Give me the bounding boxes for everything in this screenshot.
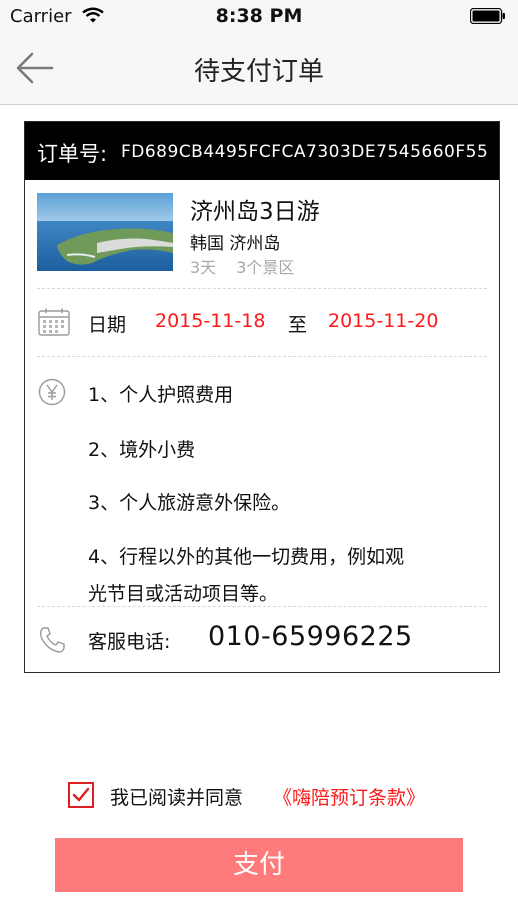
order-number-label: 订单号: bbox=[37, 142, 108, 166]
status-time: 8:38 PM bbox=[215, 5, 303, 27]
divider bbox=[37, 288, 487, 289]
date-start: 2015-11-18 bbox=[155, 310, 266, 332]
fee-item: 1、个人护照费用 bbox=[88, 384, 234, 406]
order-number: FD689CB4495FCFCA7303DE7545660F55 bbox=[121, 142, 489, 162]
phone-icon bbox=[39, 627, 65, 653]
trip-days: 3天 bbox=[190, 258, 217, 277]
trip-meta: 3天 3个景区 bbox=[190, 254, 294, 278]
trip-thumbnail-image[interactable] bbox=[37, 193, 173, 271]
agreement-text: 我已阅读并同意 bbox=[110, 787, 244, 809]
fee-item: 2、境外小费 bbox=[88, 439, 196, 461]
customer-service-label: 客服电话: bbox=[88, 631, 171, 653]
calendar-icon bbox=[38, 308, 70, 336]
navigation-bar: 待支付订单 bbox=[0, 34, 518, 105]
order-header: 订单号: FD689CB4495FCFCA7303DE7545660F55 bbox=[25, 122, 499, 180]
battery-icon bbox=[470, 8, 505, 24]
trip-title: 济州岛3日游 bbox=[190, 199, 320, 225]
status-bar: Carrier 8:38 PM bbox=[0, 0, 518, 34]
agreement-checkbox[interactable] bbox=[68, 782, 94, 808]
trip-spots: 3个景区 bbox=[236, 258, 295, 277]
customer-service-phone[interactable]: 010-65996225 bbox=[208, 621, 413, 652]
date-separator: 至 bbox=[288, 314, 308, 336]
date-end: 2015-11-20 bbox=[328, 310, 439, 332]
divider bbox=[37, 606, 487, 607]
yen-icon bbox=[38, 378, 66, 406]
page-title: 待支付订单 bbox=[193, 57, 324, 87]
terms-link[interactable]: 《嗨陪预订条款》 bbox=[273, 783, 425, 810]
pay-button[interactable]: 支付 bbox=[55, 838, 463, 892]
fee-item: 3、个人旅游意外保险。 bbox=[88, 492, 291, 514]
order-card: 订单号: FD689CB4495FCFCA7303DE7545660F55 济州… bbox=[24, 121, 500, 673]
date-label: 日期 bbox=[88, 314, 127, 336]
fee-item-continuation: 光节目或活动项目等。 bbox=[88, 583, 279, 605]
trip-location: 韩国 济州岛 bbox=[190, 234, 281, 254]
fee-item: 4、行程以外的其他一切费用，例如观 bbox=[88, 546, 405, 568]
divider bbox=[37, 356, 487, 357]
